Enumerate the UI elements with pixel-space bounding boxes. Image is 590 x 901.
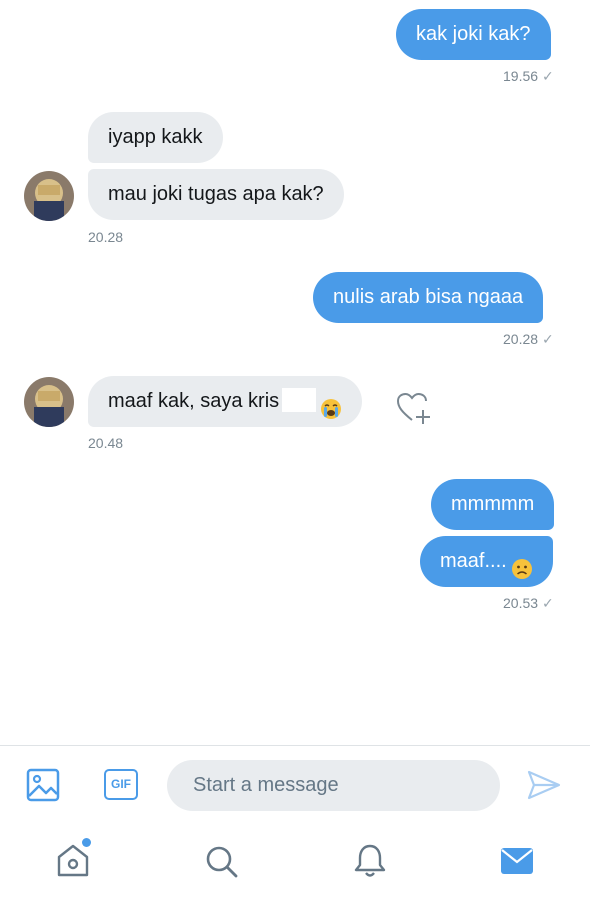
message-timestamp: 20.48: [88, 435, 124, 451]
check-icon: ✓: [542, 68, 554, 84]
message-timestamp: 20.53 ✓: [503, 595, 554, 611]
home-icon[interactable]: [55, 842, 91, 883]
check-icon: ✓: [542, 331, 554, 347]
frowning-face-icon: [511, 549, 533, 579]
notifications-icon[interactable]: [353, 843, 387, 884]
message-bubble-outgoing[interactable]: maaf....: [420, 536, 553, 587]
composer-divider: [0, 745, 590, 746]
message-input[interactable]: Start a message: [167, 760, 500, 811]
message-bubble-outgoing[interactable]: kak joki kak?: [396, 9, 551, 60]
message-text: maaf kak, saya kris: [108, 390, 280, 412]
loudly-crying-face-icon: [320, 389, 342, 419]
avatar[interactable]: [24, 171, 74, 221]
message-text: nulis arab bisa ngaaa: [333, 286, 524, 308]
message-timestamp: 20.28 ✓: [503, 331, 554, 347]
heart-plus-icon[interactable]: [396, 391, 432, 432]
gif-button[interactable]: GIF: [104, 769, 138, 800]
message-text: iyapp kakk: [108, 126, 203, 148]
message-bubble-outgoing[interactable]: nulis arab bisa ngaaa: [313, 272, 544, 323]
notification-dot: [82, 838, 91, 847]
messages-icon[interactable]: [500, 847, 534, 880]
search-icon[interactable]: [205, 845, 239, 884]
message-bubble-incoming[interactable]: maaf kak, saya kris: [88, 376, 363, 427]
message-text: mmmmm: [451, 493, 535, 515]
check-icon: ✓: [542, 595, 554, 611]
message-bubble-incoming[interactable]: mau joki tugas apa kak?: [88, 169, 344, 220]
message-bubble-outgoing[interactable]: mmmmm: [431, 479, 555, 530]
image-icon[interactable]: [26, 768, 60, 807]
message-bubble-incoming[interactable]: iyapp kakk: [88, 112, 223, 163]
message-timestamp: 20.28: [88, 229, 124, 245]
send-icon[interactable]: [526, 768, 562, 807]
message-text: maaf....: [440, 550, 507, 572]
message-text: kak joki kak?: [416, 23, 531, 45]
message-text: mau joki tugas apa kak?: [108, 183, 324, 205]
redacted-area: [282, 387, 317, 412]
message-timestamp: 19.56 ✓: [503, 68, 554, 84]
avatar[interactable]: [24, 377, 74, 427]
